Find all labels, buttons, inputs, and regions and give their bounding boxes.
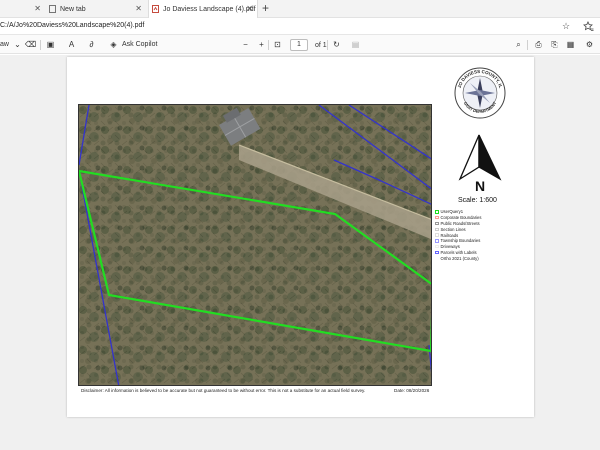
search-icon: ⌕ [516,39,521,49]
tab-new-tab[interactable]: New tab ✕ [46,0,146,18]
legend-swatch [435,233,439,237]
toolbar-divider [327,40,328,50]
draw-label: aw [0,41,9,48]
legend-swatch [435,250,439,255]
page-view-button[interactable]: ▤ [350,39,361,50]
legend-swatch [435,227,439,232]
copilot-icon: ◈ [110,40,117,49]
north-arrow-icon [458,134,502,181]
save-as-button[interactable]: ▦ [565,39,576,50]
read-aloud-icon: A [68,40,75,49]
translate-icon: ∂ [89,40,94,49]
print-button[interactable]: ⎙ [533,39,544,50]
fit-page-icon: ⊡ [274,40,281,49]
zoom-in-button[interactable]: + [256,39,267,50]
search-button[interactable]: ⌕ [513,39,524,50]
page-navigator: 1 of 1 [290,39,327,51]
county-seal-logo: JO DAVIESS COUNTY, IL GIS/IT DEPARTMENT [454,67,506,119]
date-label: Date: [394,388,405,393]
favorites-icon[interactable] [582,20,594,32]
address-bar[interactable]: C:/A/Jo%20Daviess%20Landscape%20(4).pdf … [0,18,600,35]
tab-previous[interactable]: ✕ [0,0,45,18]
legend-item: Ortho 2021 (County) [440,255,479,261]
fit-page-button[interactable]: ⊡ [272,39,283,50]
pdf-page: Disclaimer: All information is believed … [67,57,534,417]
scale-label: Scale: 1:600 [458,197,497,204]
read-aloud-button[interactable]: A [66,39,77,50]
tab-label: New tab [60,5,86,13]
date-value: 08/20/2026 [406,388,430,393]
save-as-icon: ▦ [566,40,575,49]
favorite-star-icon[interactable]: ☆ [560,20,572,32]
pdf-viewer[interactable]: Disclaimer: All information is believed … [0,55,600,450]
view-button[interactable]: ▣ [45,39,56,50]
tab-strip: ✕ New tab ✕ Jo Daviess Landscape (4).pdf… [0,0,600,18]
print-icon: ⎙ [535,39,542,49]
minus-icon: − [243,40,248,49]
erase-button[interactable]: ⌫ [25,39,36,50]
pdf-icon [152,5,159,13]
rotate-icon: ↻ [333,40,340,49]
sidebar-toggle-icon: ▣ [46,40,55,49]
close-tab-icon[interactable]: ✕ [246,4,253,14]
aerial-map [78,104,432,386]
legend-swatch [435,239,439,243]
toolbar-divider [40,40,41,50]
tab-label: Jo Daviess Landscape (4).pdf [163,5,256,13]
pdf-toolbar: aw ⌄ ⌫ ▣ A ∂ ◈ Ask Copilot − + ⊡ 1 of 1 … [0,35,600,54]
page-icon [49,5,56,13]
close-tab-icon[interactable]: ✕ [135,4,142,14]
legend-swatch [435,215,439,220]
save-icon: ⎘ [551,39,558,49]
settings-button[interactable]: ⚙ [584,39,595,50]
ask-copilot-label: Ask Copilot [122,41,158,48]
tab-pdf[interactable]: Jo Daviess Landscape (4).pdf ✕ [148,0,258,18]
draw-button[interactable]: aw ⌄ [0,39,23,50]
gear-icon: ⚙ [585,40,594,49]
north-label: N [474,178,486,194]
disclaimer-text: Disclaimer: All information is believed … [81,388,366,393]
map-legend: UserQuery1 Corporate Boundaries Public R… [435,209,495,261]
new-tab-button[interactable]: + [262,2,269,15]
page-view-icon: ▤ [351,40,360,49]
toolbar-divider [527,40,528,50]
plus-icon: + [259,40,264,49]
legend-swatch [435,210,439,214]
rotate-button[interactable]: ↻ [331,39,342,50]
page-number-input[interactable]: 1 [290,39,308,51]
ask-copilot-button[interactable]: ◈ Ask Copilot [108,39,157,50]
toolbar-divider [268,40,269,50]
legend-swatch [435,244,439,249]
close-tab-icon[interactable]: ✕ [34,4,41,14]
zoom-out-button[interactable]: − [240,39,251,50]
eraser-icon: ⌫ [24,40,37,49]
map-date: Date: 08/20/2026 [394,388,429,393]
legend-swatch [435,221,439,226]
chevron-down-icon: ⌄ [14,40,21,49]
url-text[interactable]: C:/A/Jo%20Daviess%20Landscape%20(4).pdf [0,22,144,29]
translate-button[interactable]: ∂ [86,39,97,50]
save-button[interactable]: ⎘ [549,39,560,50]
page-total: of 1 [315,41,327,49]
aerial-photo [79,105,431,385]
